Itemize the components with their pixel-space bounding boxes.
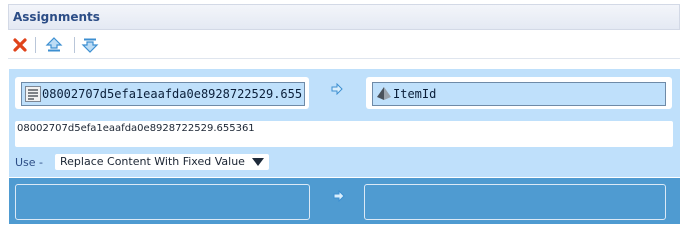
target-field-label: ItemId <box>393 87 437 101</box>
use-label: Use - <box>15 156 44 169</box>
move-down-button[interactable] <box>81 36 99 54</box>
fixed-value-input[interactable]: 08002707d5efa1eaafda0e8928722529.655361 <box>15 121 673 147</box>
delete-icon <box>13 38 27 52</box>
panel-header: Assignments <box>8 4 680 30</box>
move-up-button[interactable] <box>45 36 63 54</box>
toolbar-separator <box>35 37 36 53</box>
move-up-icon <box>45 37 63 52</box>
assignments-panel: Assignments 08002707d5efa1eaafda0e892872… <box>8 4 680 226</box>
panel-title: Assignments <box>13 10 100 24</box>
text-document-icon <box>25 86 41 102</box>
move-down-icon <box>81 38 99 53</box>
target-field[interactable]: ItemId <box>372 82 666 106</box>
source-slot[interactable]: 08002707d5efa1eaafda0e8928722529.655 <box>15 77 309 109</box>
delete-button[interactable] <box>11 36 29 54</box>
target-slot[interactable] <box>364 184 666 220</box>
fixed-value-text: 08002707d5efa1eaafda0e8928722529.655361 <box>17 123 255 134</box>
toolbar-separator <box>74 37 75 53</box>
toolbar <box>8 31 680 59</box>
assignment-row[interactable] <box>9 178 680 224</box>
use-mode-select[interactable]: Replace Content With Fixed Value <box>55 154 269 170</box>
source-field[interactable]: 08002707d5efa1eaafda0e8928722529.655 <box>21 82 305 106</box>
right-arrow-icon <box>331 83 343 95</box>
use-mode-selected: Replace Content With Fixed Value <box>60 155 245 168</box>
target-slot[interactable]: ItemId <box>366 77 672 109</box>
source-slot[interactable] <box>15 184 310 220</box>
chevron-down-icon <box>252 158 264 166</box>
assignment-row[interactable]: 08002707d5efa1eaafda0e8928722529.655 Ite… <box>9 69 680 177</box>
source-field-label: 08002707d5efa1eaafda0e8928722529.655 <box>42 87 303 101</box>
pyramid-field-icon <box>377 87 391 100</box>
right-arrow-icon <box>333 190 345 202</box>
